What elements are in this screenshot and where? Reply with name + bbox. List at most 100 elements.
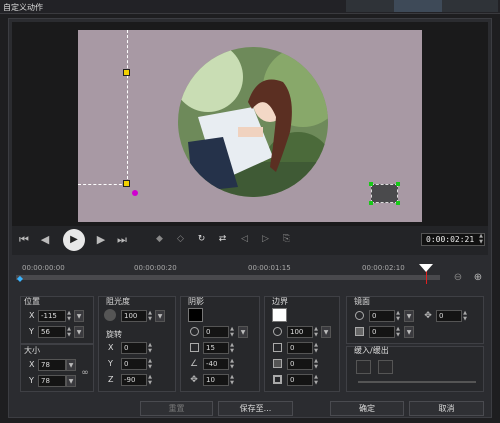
rotation-y-spinner[interactable]: ▲ ▼ — [147, 358, 153, 370]
tick-0: 00:00:00:00 — [22, 264, 65, 272]
mirror-opacity-spinner[interactable]: ▲ ▼ — [395, 310, 401, 322]
mirror-distance-spinner[interactable]: ▲ ▼ — [462, 310, 468, 322]
border-width-icon — [273, 343, 282, 352]
border-blur-spinner[interactable]: ▲ ▼ — [313, 358, 319, 370]
object-bounding-box[interactable] — [371, 184, 398, 203]
border-title: 边界 — [272, 297, 288, 306]
shadow-color-swatch[interactable] — [188, 308, 203, 322]
shadow-opacity-spinner[interactable]: ▲ ▼ — [229, 326, 235, 338]
timecode-display[interactable]: 0:00:02:21 — [421, 233, 485, 246]
opacity-dropdown[interactable]: ▼ — [155, 310, 165, 322]
mirror-distance-field[interactable]: 0 — [436, 310, 462, 322]
fade-in-button[interactable] — [356, 360, 371, 374]
shadow-opacity-dropdown[interactable]: ▼ — [238, 326, 248, 338]
resize-handle-tr[interactable] — [396, 182, 400, 186]
resize-handle-bl[interactable] — [369, 201, 373, 205]
position-x-label: X — [29, 311, 35, 320]
size-title: 大小 — [24, 346, 40, 355]
border-width-field[interactable]: 0 — [287, 342, 313, 354]
rotation-y-field[interactable]: 0 — [121, 358, 147, 370]
size-x-label: X — [29, 360, 35, 369]
path-handle-bottom[interactable] — [123, 180, 130, 187]
position-x-field[interactable]: -115 — [38, 310, 66, 322]
rotation-z-field[interactable]: -90 — [121, 374, 147, 386]
position-y-dropdown[interactable]: ▼ — [74, 326, 84, 338]
zoom-in-icon[interactable]: ⊕ — [472, 271, 484, 285]
reset-button[interactable]: 重置 — [140, 401, 213, 416]
shadow-blur-spinner[interactable]: ▲ ▼ — [229, 342, 235, 354]
minimize-button[interactable] — [346, 0, 398, 12]
swap-keyframes-icon[interactable]: ⇄ — [214, 231, 231, 247]
position-x-spinner[interactable]: ▲ ▼ — [66, 310, 72, 322]
mirror-fade-spinner[interactable]: ▲ ▼ — [395, 326, 401, 338]
save-as-button[interactable]: 保存至... — [218, 401, 293, 416]
fade-out-button[interactable] — [378, 360, 393, 374]
position-y-field[interactable]: 56 — [38, 326, 66, 338]
size-y-field[interactable]: 78 — [38, 375, 66, 387]
rotation-z-spinner[interactable]: ▲ ▼ — [147, 374, 153, 386]
rotation-x-label: X — [108, 343, 114, 352]
overlay-photo[interactable] — [178, 47, 328, 197]
rotation-y-label: Y — [108, 359, 113, 368]
shadow-distance-spinner[interactable]: ▲ ▼ — [229, 374, 235, 386]
resize-handle-br[interactable] — [396, 201, 400, 205]
cancel-button[interactable]: 取消 — [409, 401, 484, 416]
ok-button[interactable]: 确定 — [330, 401, 404, 416]
border-opacity-field[interactable]: 100 — [287, 326, 313, 338]
position-y-spinner[interactable]: ▲ ▼ — [66, 326, 72, 338]
next-keyframe-icon[interactable]: ▷ — [257, 231, 274, 247]
mirror-opacity-icon — [355, 311, 364, 320]
playhead-line — [426, 270, 427, 284]
timecode-spinner[interactable]: ▲ ▼ — [478, 233, 484, 245]
play-button[interactable]: ▶ — [63, 229, 85, 251]
opacity-field[interactable]: 100 — [121, 310, 147, 322]
border-style-spinner[interactable]: ▲ ▼ — [313, 374, 319, 386]
add-keyframe-icon[interactable]: ◆ — [151, 231, 168, 247]
resize-handle-tl[interactable] — [369, 182, 373, 186]
path-anchor-point[interactable] — [132, 190, 138, 196]
copy-keyframe-icon[interactable]: ⎘ — [278, 231, 295, 247]
shadow-opacity-field[interactable]: 0 — [203, 326, 229, 338]
mirror-fade-field[interactable]: 0 — [369, 326, 395, 338]
start-keyframe-icon[interactable]: ◆ — [16, 272, 24, 286]
size-y-dropdown[interactable]: ▼ — [66, 375, 76, 387]
border-color-swatch[interactable] — [272, 308, 287, 322]
border-width-spinner[interactable]: ▲ ▼ — [313, 342, 319, 354]
border-style-icon — [273, 375, 282, 384]
fade-slider[interactable] — [358, 381, 476, 383]
shadow-angle-spinner[interactable]: ▲ ▼ — [229, 358, 235, 370]
position-y-label: Y — [29, 327, 34, 336]
prev-keyframe-icon[interactable]: ◁ — [236, 231, 253, 247]
border-style-field[interactable]: 0 — [287, 374, 313, 386]
opacity-spinner[interactable]: ▲ ▼ — [147, 310, 153, 322]
size-x-field[interactable]: 78 — [38, 359, 66, 371]
shadow-angle-field[interactable]: -40 — [203, 358, 229, 370]
shadow-blur-field[interactable]: 15 — [203, 342, 229, 354]
close-button[interactable] — [442, 0, 498, 12]
border-opacity-spinner[interactable]: ▲ ▼ — [313, 326, 319, 338]
rotation-x-spinner[interactable]: ▲ ▼ — [147, 342, 153, 354]
tick-1: 00:00:00:20 — [134, 264, 177, 272]
opacity-title: 阻光度 — [106, 297, 130, 306]
position-x-dropdown[interactable]: ▼ — [74, 310, 84, 322]
size-x-dropdown[interactable]: ▼ — [66, 359, 76, 371]
rotation-x-field[interactable]: 0 — [121, 342, 147, 354]
mirror-opacity-field[interactable]: 0 — [369, 310, 395, 322]
link-ratio-icon[interactable]: ∞ — [80, 366, 90, 380]
reverse-keyframes-icon[interactable]: ↻ — [193, 231, 210, 247]
remove-keyframe-icon[interactable]: ◇ — [172, 231, 189, 247]
timeline-track[interactable] — [16, 275, 440, 280]
shadow-distance-field[interactable]: 10 — [203, 374, 229, 386]
next-frame-icon[interactable]: ▶ — [93, 233, 109, 247]
border-blur-field[interactable]: 0 — [287, 358, 313, 370]
go-to-end-icon[interactable]: ⏭ — [114, 233, 130, 247]
previous-frame-icon[interactable]: ◀ — [37, 233, 53, 247]
mirror-fade-dropdown[interactable]: ▼ — [404, 326, 414, 338]
path-handle-top[interactable] — [123, 69, 130, 76]
restore-button[interactable] — [394, 0, 446, 12]
border-opacity-dropdown[interactable]: ▼ — [321, 326, 331, 338]
zoom-out-icon[interactable]: ⊖ — [452, 271, 464, 285]
opacity-icon — [104, 309, 116, 321]
mirror-opacity-dropdown[interactable]: ▼ — [404, 310, 414, 322]
go-to-start-icon[interactable]: ⏮ — [16, 233, 32, 247]
